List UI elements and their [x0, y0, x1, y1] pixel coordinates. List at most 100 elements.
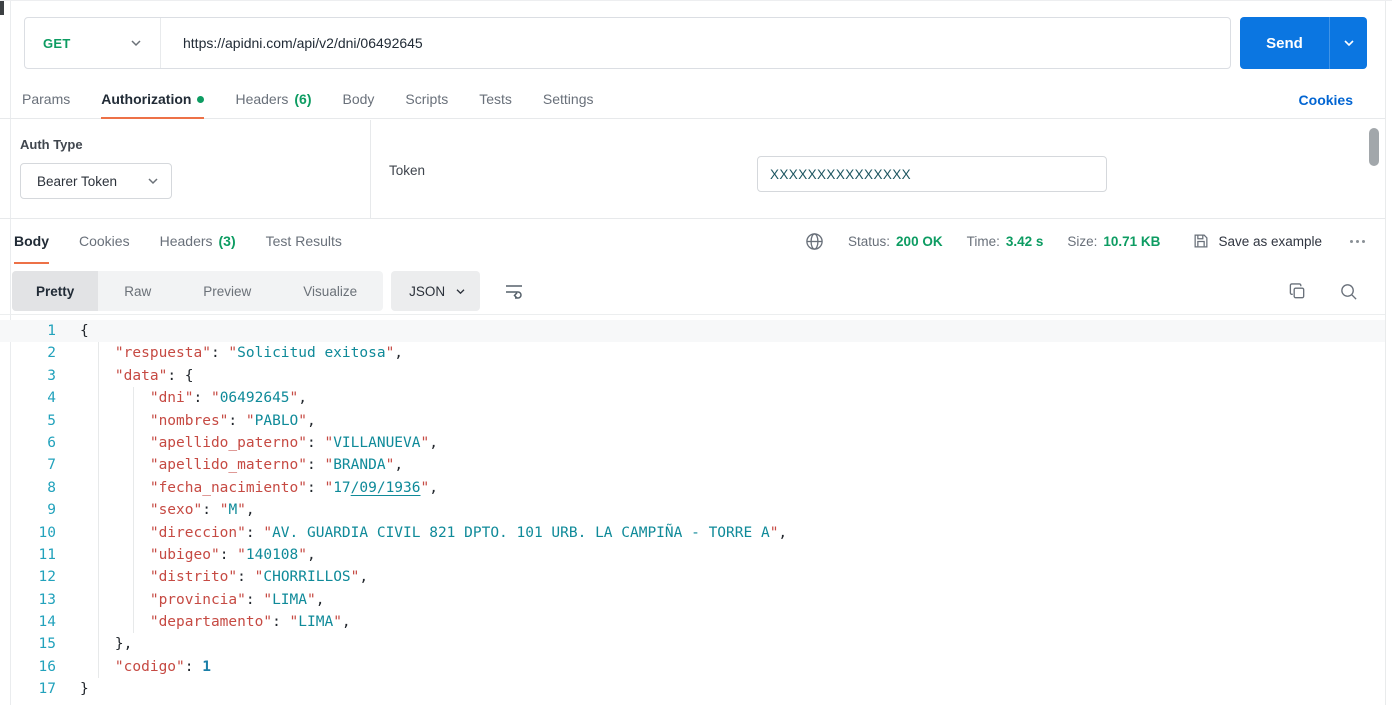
- method-selector[interactable]: GET: [25, 18, 161, 68]
- tab-label: Tests: [479, 91, 512, 107]
- line-number: 13: [38, 591, 56, 608]
- code-line: 12 "distrito": "CHORRILLOS",: [0, 566, 1385, 588]
- line-number: 3: [47, 367, 56, 384]
- tab-count: (3): [218, 233, 236, 249]
- auth-type-select[interactable]: Bearer Token: [20, 163, 172, 199]
- scrollbar-thumb[interactable]: [1369, 128, 1379, 166]
- code-line: 16 "codigo": 1: [0, 656, 1385, 678]
- save-as-example-button[interactable]: Save as example: [1192, 232, 1322, 250]
- code-line: 5 "nombres": "PABLO",: [0, 410, 1385, 432]
- line-number: 6: [47, 434, 56, 451]
- token-label: Token: [389, 163, 426, 178]
- tab-scripts[interactable]: Scripts: [405, 80, 448, 118]
- tab-label: Scripts: [405, 91, 449, 107]
- code-line: 8 "fecha_nacimiento": "17/09/1936",: [0, 477, 1385, 499]
- auth-type-label: Auth Type: [20, 137, 83, 152]
- tab-settings[interactable]: Settings: [543, 80, 594, 118]
- globe-icon[interactable]: [805, 232, 824, 251]
- view-tab-visualize[interactable]: Visualize: [277, 271, 383, 311]
- format-value: JSON: [409, 283, 446, 299]
- code-line: 1{: [0, 320, 1385, 343]
- search-icon[interactable]: [1339, 282, 1358, 301]
- request-tabs: Params Authorization Headers (6) Body Scripts…: [0, 80, 1385, 119]
- send-button[interactable]: Send: [1240, 17, 1367, 69]
- response-toolbar: Pretty Raw Preview Visualize JSON: [12, 271, 1372, 311]
- code-line: 14 "departamento": "LIMA",: [0, 611, 1385, 633]
- time-badge: Time: 3.42 s: [966, 233, 1044, 249]
- response-tab-headers[interactable]: Headers (3): [160, 219, 236, 263]
- view-tab-pretty[interactable]: Pretty: [12, 271, 99, 311]
- code-line: 3 "data": {: [0, 365, 1385, 387]
- tab-label: Settings: [542, 91, 594, 107]
- line-number: 7: [47, 457, 56, 474]
- tab-label: Body: [14, 233, 49, 249]
- response-body-viewer[interactable]: 1{2 "respuesta": "Solicitud exitosa", 3 "…: [0, 314, 1385, 705]
- auth-type-value: Bearer Token: [37, 173, 118, 189]
- code-line: 15 },: [0, 633, 1385, 655]
- response-tab-cookies[interactable]: Cookies: [79, 219, 130, 263]
- tab-tests[interactable]: Tests: [479, 80, 512, 118]
- size-value: 10.71 KB: [1103, 233, 1161, 249]
- chevron-down-icon: [130, 39, 142, 47]
- status-badge: Status: 200 OK: [848, 233, 943, 249]
- response-tab-body[interactable]: Body: [14, 219, 49, 264]
- line-number: 5: [47, 412, 56, 429]
- code-line: 10 "direccion": "AV. GUARDIA CIVIL 821 D…: [0, 522, 1385, 544]
- more-ellipsis-icon[interactable]: [1350, 239, 1365, 243]
- tab-label: Test Results: [265, 233, 342, 249]
- code-line: 13 "provincia": "LIMA",: [0, 589, 1385, 611]
- auth-configured-dot: [197, 95, 205, 103]
- view-tab-raw[interactable]: Raw: [98, 271, 177, 311]
- line-number: 8: [47, 479, 56, 496]
- line-number: 9: [47, 502, 56, 519]
- tab-params[interactable]: Params: [22, 80, 70, 118]
- window-edge-notch: [0, 1, 4, 15]
- toolbar-right-icons: [1288, 282, 1372, 301]
- line-number: 16: [38, 658, 56, 675]
- method-label: GET: [43, 35, 71, 51]
- tab-label: Cookies: [79, 233, 130, 249]
- line-number: 2: [47, 345, 56, 362]
- tab-headers[interactable]: Headers (6): [235, 80, 311, 118]
- status-value: 200 OK: [896, 233, 943, 249]
- tab-label: Authorization: [101, 91, 192, 107]
- tab-label: Body: [342, 91, 375, 107]
- right-panel-divider: [1385, 1, 1386, 705]
- line-number: 10: [38, 524, 56, 541]
- code-lines: 1{2 "respuesta": "Solicitud exitosa", 3 "…: [0, 315, 1385, 701]
- cookies-link[interactable]: Cookies: [1299, 80, 1353, 119]
- code-line: 17}: [0, 678, 1385, 700]
- code-line: 2 "respuesta": "Solicitud exitosa",: [0, 342, 1385, 364]
- view-mode-tabs: Pretty Raw Preview Visualize: [12, 271, 384, 311]
- request-url-bar: GET: [24, 17, 1231, 69]
- token-input[interactable]: [757, 156, 1107, 192]
- response-tab-test-results[interactable]: Test Results: [266, 219, 342, 263]
- line-number: 1: [47, 323, 56, 339]
- url-input[interactable]: [161, 18, 1230, 68]
- tab-label: Headers: [159, 233, 213, 249]
- line-number: 17: [38, 681, 56, 698]
- request-tabs-list: Params Authorization Headers (6) Body Scripts…: [22, 80, 594, 119]
- response-tabs-list: Body Cookies Headers (3) Test Results: [0, 219, 342, 264]
- line-number: 12: [38, 569, 56, 586]
- tab-body[interactable]: Body: [343, 80, 375, 118]
- response-header: Body Cookies Headers (3) Test Results Status…: [0, 219, 1385, 264]
- tab-label: Params: [22, 91, 71, 107]
- text-wrap-icon[interactable]: [504, 282, 524, 300]
- tab-authorization[interactable]: Authorization: [101, 80, 205, 119]
- size-badge: Size: 10.71 KB: [1067, 233, 1161, 249]
- response-meta: Status: 200 OK Time: 3.42 s Size: 10.71 …: [805, 219, 1365, 263]
- line-number: 14: [38, 614, 56, 631]
- tab-count: (6): [294, 91, 312, 107]
- authorization-panel: Auth Type Bearer Token Token: [0, 120, 1385, 219]
- line-number: 4: [47, 390, 56, 407]
- format-select[interactable]: JSON: [391, 271, 481, 311]
- tab-label: Headers: [235, 91, 289, 107]
- code-line: 11 "ubigeo": "140108",: [0, 544, 1385, 566]
- send-button-label: Send: [1266, 34, 1303, 52]
- copy-icon[interactable]: [1288, 282, 1307, 301]
- send-options-caret[interactable]: [1329, 17, 1367, 69]
- auth-type-panel: Auth Type Bearer Token: [0, 120, 371, 218]
- code-line: 4 "dni": "06492645",: [0, 387, 1385, 409]
- view-tab-preview[interactable]: Preview: [177, 271, 277, 311]
